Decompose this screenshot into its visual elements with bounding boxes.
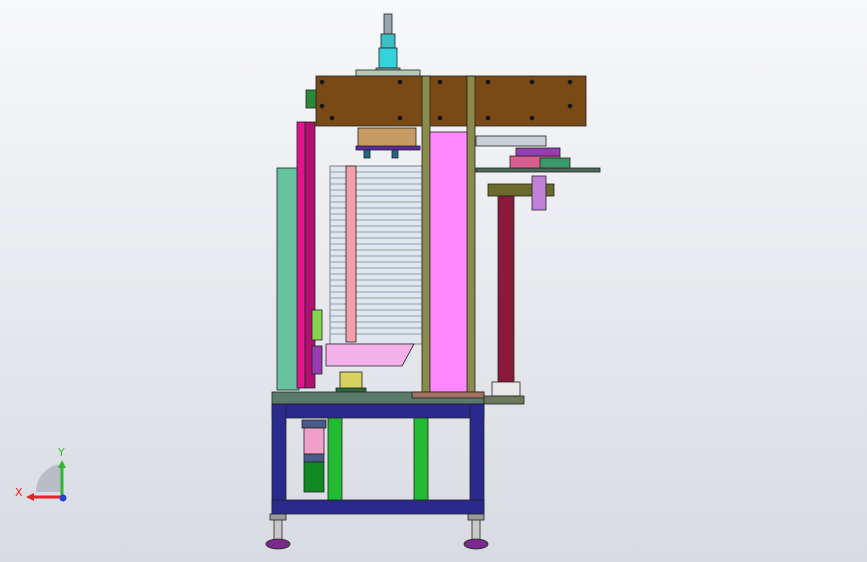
- green-leg-left: [327, 417, 343, 501]
- x-axis-label: X: [15, 486, 23, 499]
- column-left: [421, 75, 431, 395]
- x-arrowhead-icon: [26, 493, 34, 501]
- top-cylinder: [355, 13, 421, 77]
- sheet-stack: [329, 165, 423, 345]
- left-side-panel: [276, 121, 323, 391]
- z-axis-dot-icon: [59, 494, 67, 502]
- top-plate: [315, 75, 587, 127]
- bottom-cylinder: [301, 419, 327, 493]
- foot-right: [463, 513, 489, 550]
- guide-rod: [345, 165, 357, 343]
- gripper-head: [355, 127, 421, 159]
- coordinate-triad[interactable]: X Y: [15, 446, 67, 502]
- right-feeder: [475, 135, 601, 405]
- cad-viewport[interactable]: X Y: [0, 0, 867, 562]
- foot-left: [265, 513, 291, 550]
- pink-guard-panel: [429, 131, 468, 393]
- y-arrowhead-icon: [58, 460, 66, 468]
- lift-tray: [325, 343, 415, 397]
- green-leg-right: [413, 417, 429, 501]
- sensor-block: [305, 89, 317, 109]
- y-axis-label: Y: [57, 446, 65, 459]
- machine-assembly: [265, 13, 601, 550]
- column-right: [466, 75, 476, 395]
- triad-arc: [35, 464, 62, 492]
- base-slab: [411, 391, 485, 399]
